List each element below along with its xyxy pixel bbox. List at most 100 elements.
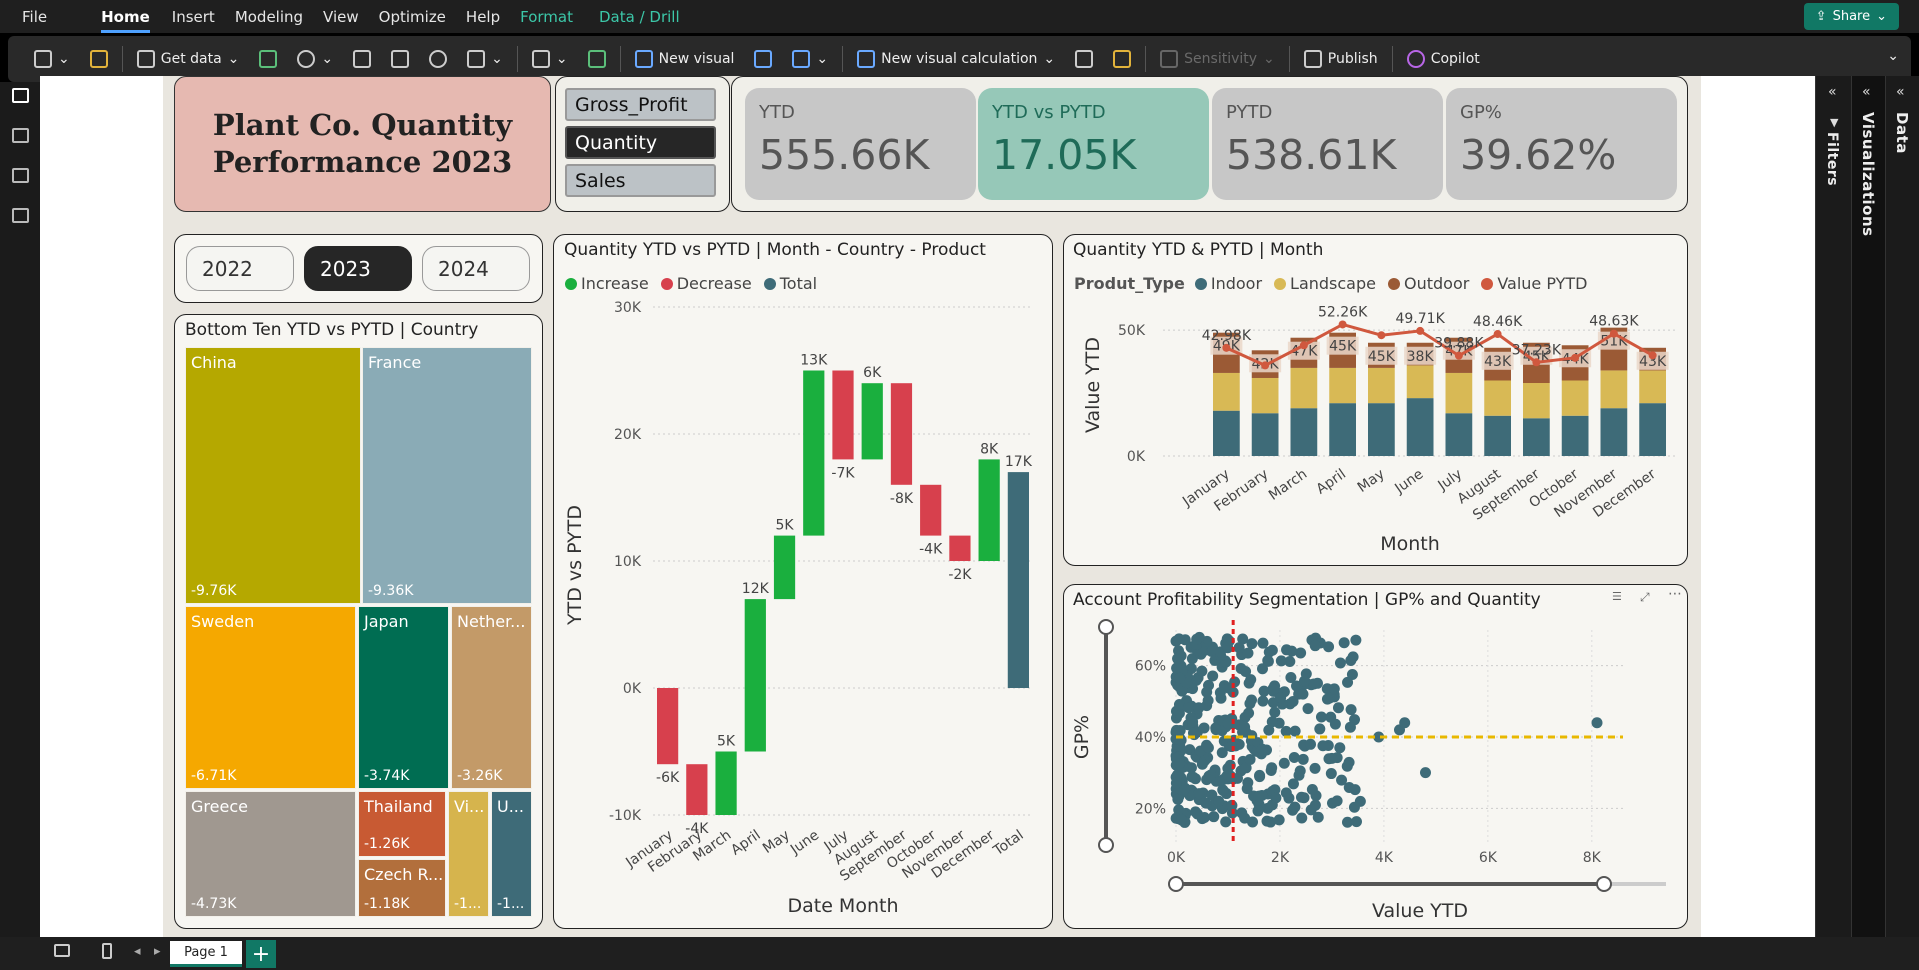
more-options-icon[interactable]: ⋯ bbox=[1668, 586, 1682, 602]
menu-view[interactable]: View bbox=[323, 8, 359, 26]
menu-optimize[interactable]: Optimize bbox=[379, 8, 446, 26]
menu-home[interactable]: Home bbox=[101, 8, 150, 33]
text-box-button[interactable] bbox=[744, 43, 782, 75]
focus-mode-icon[interactable]: ⤢ bbox=[1640, 590, 1650, 605]
treemap-tile-value: -9.76K bbox=[191, 583, 237, 599]
treemap-tile[interactable]: Sweden -6.71K bbox=[185, 606, 356, 789]
scatter-point bbox=[1302, 703, 1314, 715]
scatter-point bbox=[1193, 788, 1205, 800]
share-button[interactable]: ⇪ Share ⌄ bbox=[1803, 3, 1899, 30]
scatter-point bbox=[1332, 702, 1344, 714]
treemap-tile-value: -6.71K bbox=[191, 768, 237, 784]
new-visual-button[interactable]: New visual bbox=[625, 43, 745, 75]
calculator-icon bbox=[1075, 50, 1094, 68]
get-data-button[interactable]: Get data ⌄ bbox=[127, 43, 250, 75]
menu-format[interactable]: Format bbox=[520, 8, 573, 26]
scatter-point bbox=[1240, 665, 1252, 677]
stacked-bar-segment bbox=[1561, 415, 1589, 456]
stacked-bar-segment bbox=[1484, 415, 1511, 456]
dataverse-button[interactable] bbox=[419, 43, 457, 75]
menu-help[interactable]: Help bbox=[466, 8, 500, 26]
menu-file[interactable]: File bbox=[22, 8, 47, 26]
divider bbox=[619, 46, 621, 72]
x-tick-label: 2K bbox=[1271, 850, 1290, 866]
expand-icon[interactable]: « bbox=[1828, 84, 1837, 100]
clipboard-icon bbox=[34, 50, 52, 68]
page-tab[interactable]: Page 1 bbox=[170, 941, 242, 967]
next-page-icon[interactable]: ▸ bbox=[154, 944, 161, 959]
scatter-point bbox=[1187, 716, 1199, 728]
waterfall-bar bbox=[744, 599, 766, 752]
treemap-tile[interactable]: Nether... -3.26K bbox=[451, 606, 532, 789]
pytd-label: 37.23K bbox=[1512, 342, 1562, 358]
scatter-point bbox=[1170, 635, 1182, 647]
scatter-point bbox=[1306, 784, 1318, 796]
collapse-ribbon-icon[interactable]: ⌄ bbox=[1887, 48, 1899, 64]
quick-measure-button[interactable] bbox=[1103, 43, 1141, 75]
enter-data-button[interactable] bbox=[381, 43, 419, 75]
year-2022-button[interactable]: 2022 bbox=[186, 246, 294, 291]
stacked-bar-segment bbox=[1639, 370, 1666, 404]
sql-button[interactable] bbox=[343, 43, 381, 75]
view-switcher bbox=[0, 82, 40, 937]
treemap-tile[interactable]: Japan -3.74K bbox=[358, 606, 449, 789]
scatter-point bbox=[1172, 653, 1184, 665]
y-tick-label: -10K bbox=[609, 808, 642, 824]
dax-view-icon[interactable] bbox=[12, 208, 29, 223]
treemap-tile[interactable]: U... -1... bbox=[491, 791, 532, 917]
scatter-point bbox=[1296, 812, 1308, 824]
year-2023-button[interactable]: 2023 bbox=[304, 246, 412, 291]
expand-icon[interactable]: « bbox=[1862, 84, 1871, 100]
table-view-icon[interactable] bbox=[12, 128, 29, 143]
expand-icon[interactable]: « bbox=[1896, 84, 1905, 100]
scatter-point bbox=[1216, 747, 1228, 759]
measure-quantity[interactable]: Quantity bbox=[565, 126, 716, 159]
excel-button[interactable] bbox=[249, 43, 287, 75]
stacked-bar-segment bbox=[1368, 403, 1395, 456]
prev-page-icon[interactable]: ◂ bbox=[134, 944, 141, 959]
menu-modeling[interactable]: Modeling bbox=[235, 8, 303, 26]
scatter-point bbox=[1289, 725, 1301, 737]
x-tick-label: 6K bbox=[1479, 850, 1498, 866]
data-label: -4K bbox=[919, 542, 943, 558]
visualizations-pane[interactable]: « Visualizations bbox=[1851, 76, 1885, 937]
menu-data-drill[interactable]: Data / Drill bbox=[599, 8, 680, 26]
model-view-icon[interactable] bbox=[12, 168, 29, 183]
transform-button[interactable]: ⌄ bbox=[522, 43, 578, 75]
sensitivity-button[interactable]: Sensitivity ⌄ bbox=[1150, 43, 1285, 75]
scatter-point bbox=[1281, 644, 1293, 656]
paste-button[interactable]: ⌄ bbox=[24, 43, 80, 75]
data-pane[interactable]: « Data bbox=[1885, 76, 1919, 937]
publish-button[interactable]: Publish bbox=[1294, 43, 1388, 75]
year-2024-button[interactable]: 2024 bbox=[422, 246, 530, 291]
scatter-point bbox=[1328, 683, 1340, 695]
divider bbox=[1145, 46, 1147, 72]
treemap-tile[interactable]: Vi... -1... bbox=[448, 791, 489, 917]
onelake-button[interactable]: ⌄ bbox=[287, 43, 343, 75]
format-painter-button[interactable] bbox=[80, 43, 118, 75]
menu-insert[interactable]: Insert bbox=[172, 8, 215, 26]
measure-sales[interactable]: Sales bbox=[565, 164, 716, 197]
filter-icon[interactable]: ☰ bbox=[1612, 590, 1622, 603]
more-visuals-button[interactable]: ⌄ bbox=[782, 43, 838, 75]
pytd-point bbox=[1416, 326, 1425, 335]
report-view-icon[interactable] bbox=[12, 88, 29, 103]
new-measure-button[interactable] bbox=[1065, 43, 1103, 75]
calculation-icon bbox=[857, 50, 876, 68]
treemap-tile[interactable]: Greece -4.73K bbox=[185, 791, 356, 917]
desktop-layout-icon[interactable] bbox=[54, 944, 70, 957]
treemap-tile[interactable]: China -9.76K bbox=[185, 347, 361, 604]
add-page-button[interactable]: + bbox=[246, 940, 276, 968]
treemap-tile[interactable]: France -9.36K bbox=[362, 347, 532, 604]
refresh-button[interactable] bbox=[578, 43, 616, 75]
recent-sources-button[interactable]: ⌄ bbox=[457, 43, 513, 75]
treemap-tile[interactable]: Czech R... -1.18K bbox=[358, 859, 446, 917]
scatter-point bbox=[1175, 814, 1187, 826]
treemap-tile[interactable]: Thailand -1.26K bbox=[358, 791, 446, 857]
measure-gross-profit[interactable]: Gross_Profit bbox=[565, 88, 716, 121]
pytd-label: 42.98K bbox=[1202, 328, 1252, 344]
mobile-layout-icon[interactable] bbox=[102, 943, 112, 959]
copilot-button[interactable]: Copilot bbox=[1397, 43, 1490, 75]
filters-pane[interactable]: « ▼ Filters bbox=[1815, 76, 1851, 937]
new-visual-calculation-button[interactable]: New visual calculation ⌄ bbox=[847, 43, 1065, 75]
